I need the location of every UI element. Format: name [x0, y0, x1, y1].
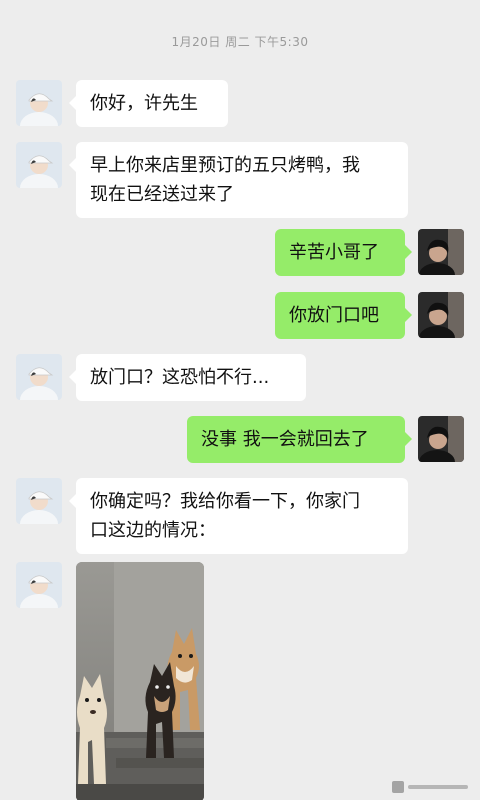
courier-avatar-icon[interactable]: [16, 142, 62, 188]
message-bubble-outgoing[interactable]: 辛苦小哥了: [275, 229, 412, 276]
courier-avatar-icon[interactable]: [16, 354, 62, 400]
chat-screen: 1月20日 周二 下午5:30 你好，许先生 早上你来店里预订的五只烤鸭，我 现…: [0, 0, 480, 800]
message-text-line: 放门口？这恐怕不行...: [90, 367, 270, 388]
message-bubble-incoming[interactable]: 你好，许先生: [69, 80, 228, 127]
message-text-line: 现在已经送过来了: [90, 184, 234, 205]
dogs-photo-image[interactable]: [76, 562, 204, 800]
message-bubble-incoming[interactable]: 放门口？这恐怕不行...: [69, 354, 306, 401]
message-text-line: 没事 我一会就回去了: [201, 429, 369, 450]
watermark-icon: [392, 781, 468, 793]
user-avatar-icon[interactable]: [418, 229, 464, 275]
user-avatar-icon[interactable]: [418, 292, 464, 338]
message-text-line: 早上你来店里预订的五只烤鸭，我: [90, 155, 360, 176]
message-bubble-outgoing[interactable]: 没事 我一会就回去了: [187, 416, 412, 463]
message-text-line: 口这边的情况：: [90, 520, 216, 541]
message-text-line: 你确定吗？我给你看一下，你家门: [90, 491, 360, 512]
courier-avatar-icon[interactable]: [16, 80, 62, 126]
message-bubble-incoming[interactable]: 你确定吗？我给你看一下，你家门 口这边的情况：: [69, 478, 408, 554]
message-bubble-incoming[interactable]: 早上你来店里预订的五只烤鸭，我 现在已经送过来了: [69, 142, 408, 218]
courier-avatar-icon[interactable]: [16, 562, 62, 608]
courier-avatar-icon[interactable]: [16, 478, 62, 524]
message-bubble-outgoing[interactable]: 你放门口吧: [275, 292, 412, 339]
message-text-line: 你放门口吧: [289, 305, 379, 326]
chat-timestamp: 1月20日 周二 下午5:30: [171, 35, 309, 49]
message-text-line: 辛苦小哥了: [289, 242, 379, 263]
message-text-line: 你好，许先生: [90, 93, 198, 114]
user-avatar-icon[interactable]: [418, 416, 464, 462]
